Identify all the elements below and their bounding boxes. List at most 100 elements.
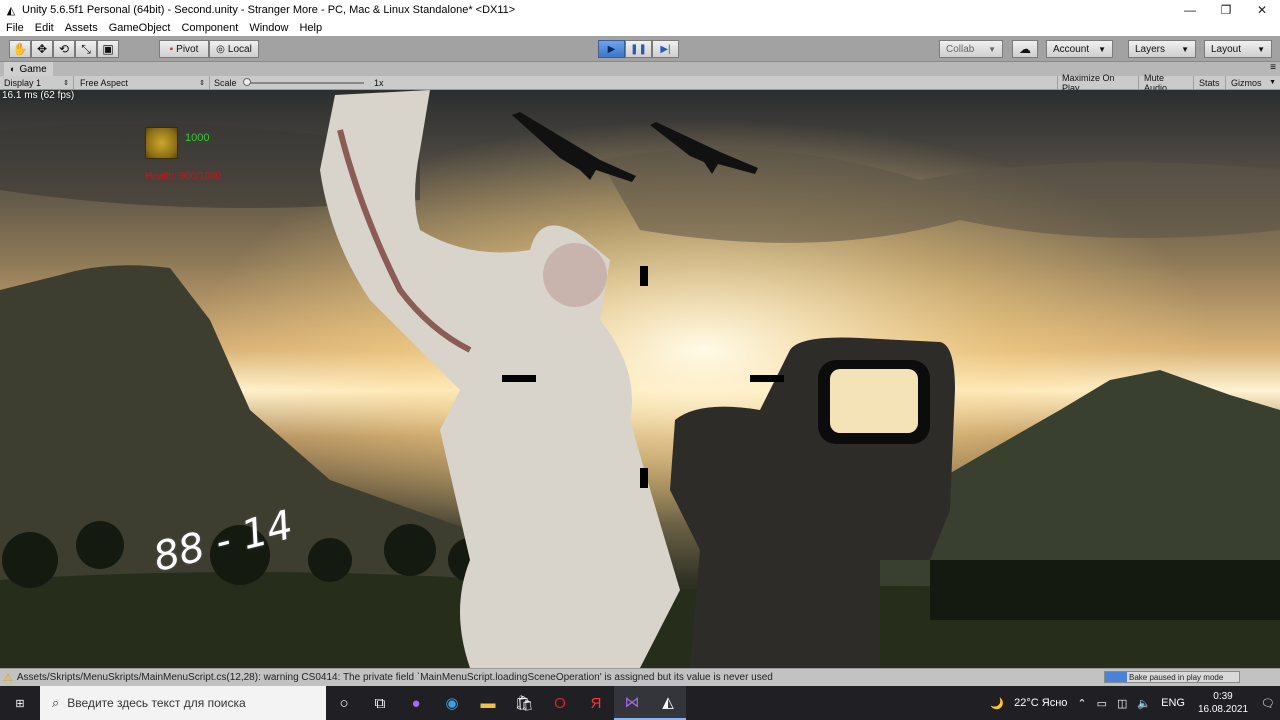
weather-text[interactable]: 22°C Ясно [1014, 697, 1067, 709]
unity-icon[interactable]: ◭ [650, 686, 686, 720]
hand-tool-icon[interactable]: ✋ [9, 40, 31, 58]
bake-label: Bake paused in play mode [1129, 672, 1224, 682]
chevron-down-icon: ▼ [1181, 44, 1189, 54]
scale-slider[interactable] [243, 78, 364, 86]
cloud-icon[interactable]: ☁ [1012, 40, 1038, 58]
move-tool-icon[interactable]: ✥ [31, 40, 53, 58]
yandex-browser-icon[interactable]: Я [578, 686, 614, 720]
coin-icon [145, 127, 178, 159]
collab-label: Collab [946, 43, 975, 55]
rotate-tool-icon[interactable]: ⟲ [53, 40, 75, 58]
tab-game[interactable]: ◐ Game [4, 62, 53, 76]
network-icon[interactable]: ◫ [1117, 697, 1127, 710]
visual-studio-icon[interactable]: ⋈ [614, 686, 650, 720]
game-tab-icon: ◐ [10, 64, 16, 74]
clock[interactable]: 0:39 16.08.2021 [1198, 690, 1248, 716]
scale-label: Scale [214, 77, 237, 88]
taskbar-search-box[interactable]: ⌕ Введите здесь текст для поиска [40, 686, 326, 720]
close-button[interactable]: ✕ [1244, 0, 1280, 20]
language-indicator[interactable]: ENG [1161, 697, 1185, 709]
play-button[interactable]: ▶ [598, 40, 625, 58]
menu-help[interactable]: Help [293, 22, 327, 34]
scale-slider-handle[interactable] [243, 78, 251, 86]
notifications-icon[interactable]: 🗨 [1261, 697, 1275, 710]
search-icon: ⌕ [52, 695, 60, 710]
local-label: Local [227, 43, 252, 55]
cortana-icon[interactable]: ○ [326, 686, 362, 720]
menu-assets[interactable]: Assets [59, 22, 103, 34]
pause-icon: ❚❚ [630, 43, 647, 55]
updown-icon: ⇕ [63, 79, 69, 87]
alice-icon[interactable]: ● [398, 686, 434, 720]
pivot-button[interactable]: ▪ Pivot [159, 40, 209, 58]
tab-game-label: Game [19, 63, 47, 75]
menu-file[interactable]: File [0, 22, 29, 34]
scale-value: 1x [374, 77, 384, 88]
crosshair-top [640, 266, 648, 286]
windows-start-icon[interactable]: ⊞ [0, 686, 40, 720]
menu-gameobject[interactable]: GameObject [103, 22, 176, 34]
layout-dropdown[interactable]: Layout ▼ [1204, 40, 1272, 58]
weather-icon[interactable]: 🌙 [990, 697, 1004, 710]
score-value: 1000 [185, 132, 210, 144]
windows-taskbar: ⊞ ⌕ Введите здесь текст для поиска ○ ⧉ ●… [0, 686, 1280, 720]
collab-dropdown[interactable]: Collab ▼ [939, 40, 1003, 58]
console-status-bar[interactable]: ⚠ Assets/Skripts/MenuSkripts/MainMenuScr… [0, 668, 1280, 686]
play-controls: ▶ ❚❚ ▶| [598, 40, 679, 58]
game-view-controls: Display 1 ⇕ Free Aspect ⇕ Scale 1x Maxim… [0, 73, 1280, 93]
volume-icon[interactable]: 🔈 [1137, 697, 1151, 710]
layers-label: Layers [1135, 43, 1166, 55]
pause-button[interactable]: ❚❚ [625, 40, 652, 58]
cloud-group: ☁ [1012, 40, 1038, 58]
play-icon: ▶ [607, 43, 616, 55]
collab-group: Collab ▼ [939, 40, 1003, 58]
tray-chevron-icon[interactable]: ⌃ [1077, 697, 1086, 710]
layout-label: Layout [1211, 43, 1242, 55]
local-icon: ◎ [216, 43, 225, 55]
battery-icon[interactable]: ▭ [1097, 697, 1107, 710]
warning-icon: ⚠ [3, 672, 13, 684]
minimize-button[interactable]: — [1172, 0, 1208, 20]
account-group: Account ▼ [1046, 40, 1113, 58]
maximize-on-play-toggle[interactable]: Maximize On Play [1057, 73, 1139, 93]
mute-audio-toggle[interactable]: Mute Audio [1140, 73, 1194, 93]
opera-icon[interactable]: O [542, 686, 578, 720]
crosshair-left [502, 375, 536, 382]
maximize-button[interactable]: ❐ [1208, 0, 1244, 20]
pivot-icon: ▪ [169, 43, 174, 55]
gizmos-dropdown[interactable]: Gizmos ▼ [1227, 76, 1280, 89]
chevron-down-icon: ▼ [1269, 79, 1276, 86]
pivot-label: Pivot [176, 43, 199, 55]
account-dropdown[interactable]: Account ▼ [1046, 40, 1113, 58]
file-explorer-icon[interactable]: ▬ [470, 686, 506, 720]
rect-tool-icon[interactable]: ▣ [97, 40, 119, 58]
menu-component[interactable]: Component [175, 22, 243, 34]
layers-dropdown[interactable]: Layers ▼ [1128, 40, 1196, 58]
crosshair-bottom [640, 468, 648, 488]
stats-toggle[interactable]: Stats [1195, 76, 1226, 89]
local-button[interactable]: ◎ Local [209, 40, 259, 58]
search-placeholder: Введите здесь текст для поиска [67, 696, 246, 710]
edge-icon[interactable]: ◉ [434, 686, 470, 720]
aspect-dropdown[interactable]: Free Aspect ⇕ [76, 76, 210, 89]
display-dropdown[interactable]: Display 1 ⇕ [0, 76, 74, 89]
chevron-down-icon: ▼ [988, 44, 996, 54]
scale-tool-icon[interactable]: ⤡ [75, 40, 97, 58]
unity-app-icon: ◭ [6, 4, 16, 17]
menu-window[interactable]: Window [243, 22, 293, 34]
health-text: Health: 900/1000 [145, 171, 222, 182]
fps-counter: 16.1 ms (62 fps) [2, 90, 75, 101]
menu-edit[interactable]: Edit [29, 22, 59, 34]
step-button[interactable]: ▶| [652, 40, 679, 58]
store-icon[interactable]: 🛍 [506, 686, 542, 720]
chevron-down-icon: ▼ [1257, 44, 1265, 54]
bake-progress: Bake paused in play mode [1104, 671, 1240, 683]
tab-menu-icon[interactable]: ≡ [1270, 62, 1276, 73]
gizmos-label: Gizmos [1231, 77, 1262, 88]
layout-group: Layout ▼ [1204, 40, 1272, 58]
menu-bar: File Edit Assets GameObject Component Wi… [0, 20, 1280, 36]
task-view-icon[interactable]: ⧉ [362, 686, 398, 720]
aspect-label: Free Aspect [80, 77, 129, 88]
bake-progress-fill [1105, 672, 1127, 682]
updown-icon: ⇕ [199, 79, 205, 87]
